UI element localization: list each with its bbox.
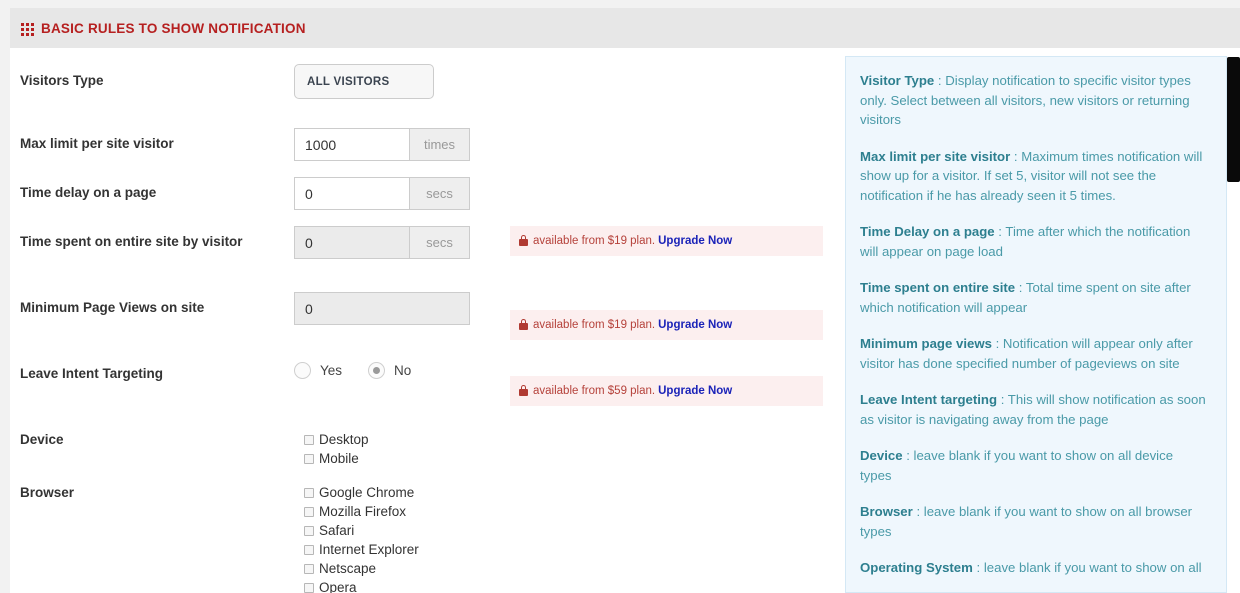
row-min-page-views: Minimum Page Views on site available fro… bbox=[10, 292, 840, 340]
upgrade-now-link[interactable]: Upgrade Now bbox=[658, 235, 732, 247]
notice-time-spent: available from $19 plan. Upgrade Now bbox=[510, 226, 823, 256]
lock-icon bbox=[519, 384, 528, 396]
time-spent-input bbox=[294, 226, 410, 259]
upgrade-now-link[interactable]: Upgrade Now bbox=[658, 385, 732, 397]
browser-checkbox-list: Google Chrome Mozilla Firefox Safari Int… bbox=[304, 483, 419, 593]
lock-icon bbox=[519, 318, 528, 330]
row-leave-intent: Leave Intent Targeting Yes No available … bbox=[10, 358, 840, 406]
row-device: Device Desktop Mobile bbox=[10, 424, 840, 469]
help-item: Minimum page views : Notification will a… bbox=[860, 334, 1206, 373]
help-title: Minimum page views bbox=[860, 336, 992, 351]
notice-text: available from $59 plan. bbox=[533, 385, 656, 397]
leave-intent-yes[interactable]: Yes bbox=[294, 362, 342, 379]
help-item: Time spent on entire site : Total time s… bbox=[860, 278, 1206, 317]
label-browser: Browser bbox=[20, 485, 75, 500]
label-leave-intent: Leave Intent Targeting bbox=[20, 366, 164, 381]
checkbox-label: Mozilla Firefox bbox=[319, 504, 407, 519]
label-time-delay: Time delay on a page bbox=[20, 185, 157, 200]
checkbox-label: Google Chrome bbox=[319, 485, 415, 500]
radio-no-label: No bbox=[394, 363, 412, 378]
checkbox-browser-opera[interactable]: Opera bbox=[304, 578, 419, 593]
checkbox-label: Mobile bbox=[319, 451, 359, 466]
row-browser: Browser Google Chrome Mozilla Firefox Sa… bbox=[10, 477, 840, 593]
row-max-limit: Max limit per site visitor times bbox=[10, 128, 840, 168]
notice-text: available from $19 plan. bbox=[533, 319, 656, 331]
max-limit-input[interactable] bbox=[294, 128, 410, 161]
time-delay-unit: secs bbox=[410, 177, 470, 210]
checkbox-control[interactable] bbox=[304, 563, 314, 574]
notice-leave-intent: available from $59 plan. Upgrade Now bbox=[510, 376, 823, 406]
checkbox-label: Netscape bbox=[319, 561, 377, 576]
help-title: Leave Intent targeting bbox=[860, 392, 998, 407]
checkbox-device-mobile[interactable]: Mobile bbox=[304, 449, 369, 468]
notice-text: available from $19 plan. bbox=[533, 235, 656, 247]
checkbox-label: Safari bbox=[319, 523, 355, 538]
help-item: Operating System : leave blank if you wa… bbox=[860, 558, 1206, 578]
time-spent-unit: secs bbox=[410, 226, 470, 259]
checkbox-browser-netscape[interactable]: Netscape bbox=[304, 559, 419, 578]
label-device: Device bbox=[20, 432, 64, 447]
help-title: Time spent on entire site bbox=[860, 280, 1016, 295]
label-visitors-type: Visitors Type bbox=[20, 73, 104, 88]
help-title: Device bbox=[860, 448, 903, 463]
label-min-page-views: Minimum Page Views on site bbox=[20, 300, 205, 315]
help-title: Operating System bbox=[860, 560, 973, 575]
row-time-spent: Time spent on entire site by visitor sec… bbox=[10, 226, 840, 266]
checkbox-control[interactable] bbox=[304, 434, 314, 445]
checkbox-browser-chrome[interactable]: Google Chrome bbox=[304, 483, 419, 502]
row-visitors-type: Visitors Type ALL VISITORS bbox=[10, 64, 840, 114]
checkbox-label: Desktop bbox=[319, 432, 369, 447]
visitors-type-select[interactable]: ALL VISITORS bbox=[294, 64, 434, 99]
checkbox-browser-firefox[interactable]: Mozilla Firefox bbox=[304, 502, 419, 521]
checkbox-control[interactable] bbox=[304, 487, 314, 498]
checkbox-browser-ie[interactable]: Internet Explorer bbox=[304, 540, 419, 559]
help-item: Leave Intent targeting : This will show … bbox=[860, 390, 1206, 429]
help-title: Visitor Type bbox=[860, 73, 935, 88]
help-panel: Visitor Type : Display notification to s… bbox=[845, 56, 1227, 593]
help-title: Time Delay on a page bbox=[860, 224, 995, 239]
help-item: Visitor Type : Display notification to s… bbox=[860, 71, 1206, 130]
checkbox-control[interactable] bbox=[304, 506, 314, 517]
panel-header: BASIC RULES TO SHOW NOTIFICATION bbox=[10, 8, 1240, 48]
help-item: Time Delay on a page : Time after which … bbox=[860, 222, 1206, 261]
help-item: Browser : leave blank if you want to sho… bbox=[860, 502, 1206, 541]
max-limit-unit: times bbox=[410, 128, 470, 161]
radio-no-control[interactable] bbox=[368, 362, 386, 379]
help-item: Device : leave blank if you want to show… bbox=[860, 446, 1206, 485]
checkbox-browser-safari[interactable]: Safari bbox=[304, 521, 419, 540]
checkbox-control[interactable] bbox=[304, 525, 314, 536]
lock-icon bbox=[519, 234, 528, 246]
help-item: Max limit per site visitor : Maximum tim… bbox=[860, 147, 1206, 206]
help-body: : leave blank if you want to show on all… bbox=[860, 448, 1174, 483]
notice-min-page-views: available from $19 plan. Upgrade Now bbox=[510, 310, 823, 340]
page-title: BASIC RULES TO SHOW NOTIFICATION bbox=[41, 20, 306, 36]
checkbox-control[interactable] bbox=[304, 453, 314, 464]
checkbox-control[interactable] bbox=[304, 544, 314, 555]
checkbox-label: Internet Explorer bbox=[319, 542, 419, 557]
grid-icon bbox=[21, 22, 34, 36]
min-page-views-input bbox=[294, 292, 470, 325]
checkbox-device-desktop[interactable]: Desktop bbox=[304, 430, 369, 449]
label-time-spent: Time spent on entire site by visitor bbox=[20, 234, 243, 249]
time-delay-input[interactable] bbox=[294, 177, 410, 210]
checkbox-control[interactable] bbox=[304, 582, 314, 593]
page-scrollbar-thumb[interactable] bbox=[1227, 57, 1240, 182]
help-title: Browser bbox=[860, 504, 913, 519]
help-body: : leave blank if you want to show on all bbox=[972, 560, 1202, 575]
label-max-limit: Max limit per site visitor bbox=[20, 136, 174, 151]
row-time-delay: Time delay on a page secs bbox=[10, 177, 840, 217]
help-title: Max limit per site visitor bbox=[860, 148, 1011, 164]
checkbox-label: Opera bbox=[319, 580, 357, 593]
device-checkbox-list: Desktop Mobile bbox=[304, 430, 369, 468]
radio-yes-control[interactable] bbox=[294, 362, 311, 379]
upgrade-now-link[interactable]: Upgrade Now bbox=[658, 319, 732, 331]
leave-intent-no[interactable]: No bbox=[368, 362, 411, 379]
radio-yes-label: Yes bbox=[320, 363, 343, 378]
